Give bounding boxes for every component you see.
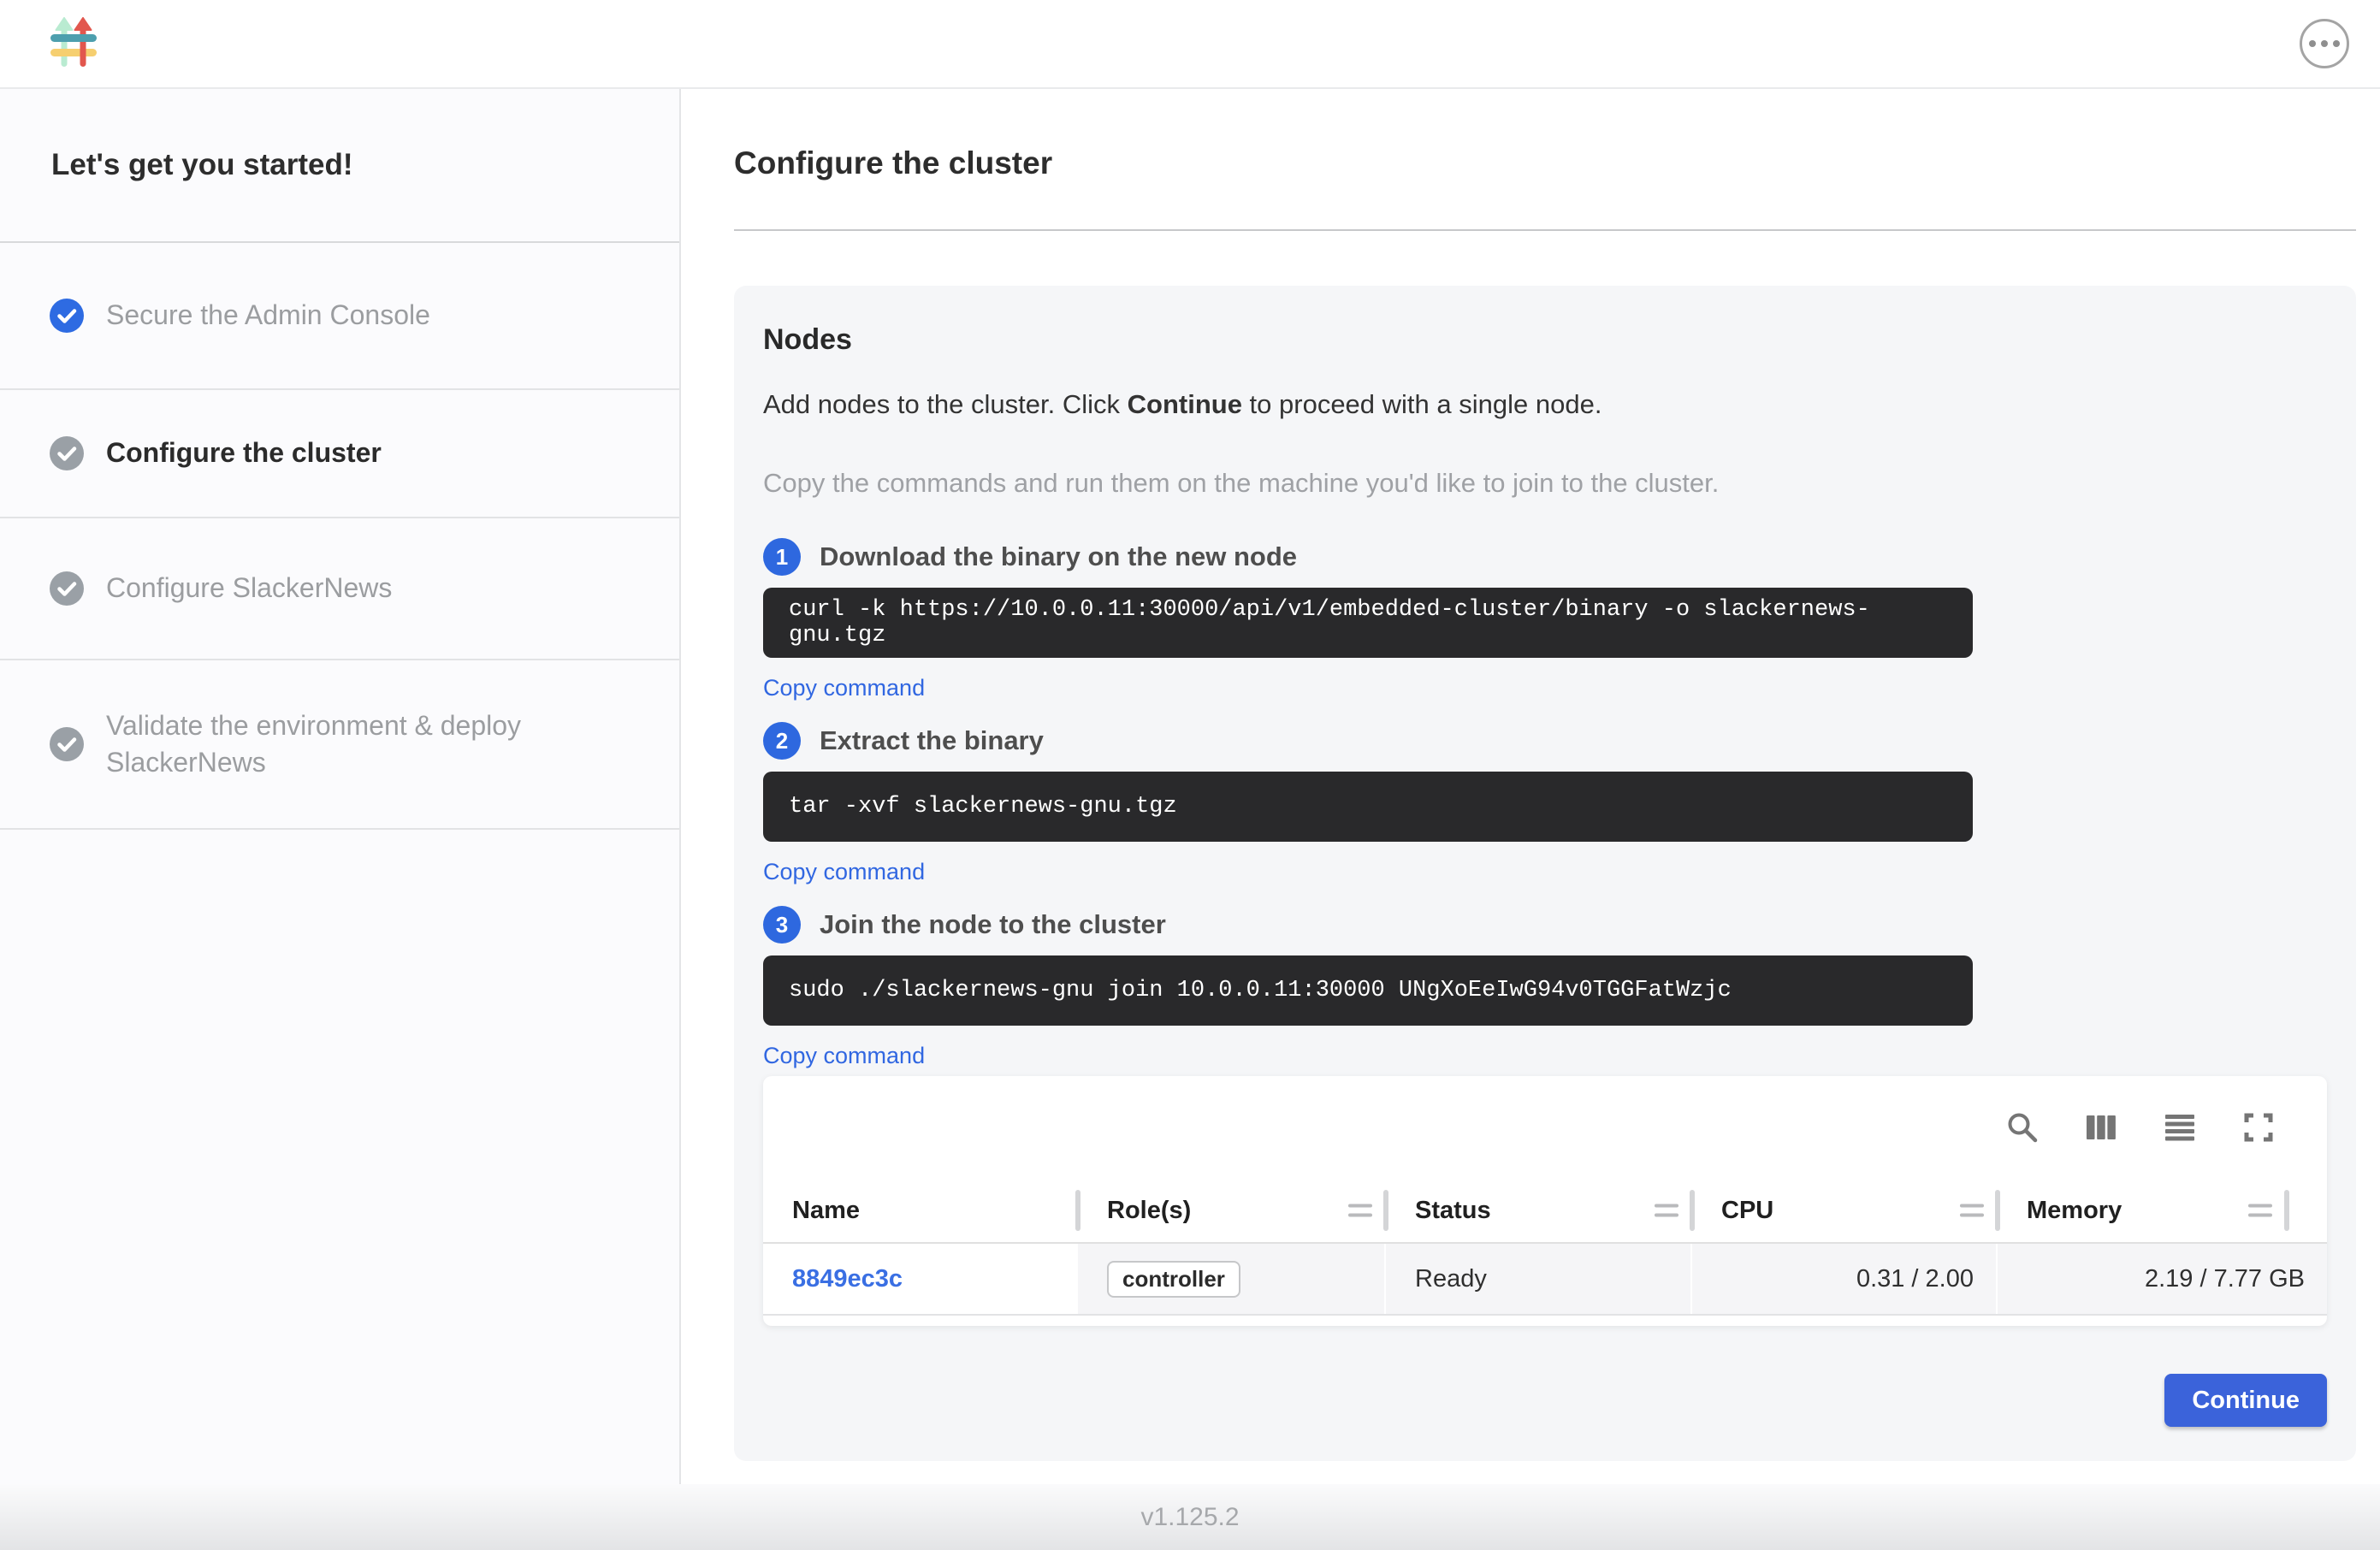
- step-3-header: 3 Join the node to the cluster: [763, 906, 2327, 944]
- check-circle-icon: [50, 727, 84, 761]
- sidebar-item-validate-deploy[interactable]: Validate the environment & deploy Slacke…: [0, 660, 679, 830]
- main-content: Configure the cluster Nodes Add nodes to…: [681, 89, 2380, 1484]
- cell-status: Ready: [1386, 1244, 1692, 1314]
- column-header-memory[interactable]: Memory: [1998, 1179, 2327, 1242]
- sidebar-item-label: Validate the environment & deploy Slacke…: [106, 707, 551, 781]
- table-row: 8849ec3c controller Ready 0.31 / 2.00 2.…: [763, 1244, 2327, 1316]
- role-chip: controller: [1107, 1261, 1240, 1298]
- table-toolbar: [763, 1076, 2327, 1179]
- sidebar-item-label: Configure the cluster: [106, 435, 382, 471]
- step-1-command-box: curl -k https://10.0.0.11:30000/api/v1/e…: [763, 588, 1973, 658]
- cell-node-name: 8849ec3c: [763, 1244, 1078, 1314]
- step-3-copy-command-link[interactable]: Copy command: [763, 1043, 925, 1069]
- density-icon[interactable]: [2161, 1109, 2199, 1146]
- step-1-header: 1 Download the binary on the new node: [763, 538, 2327, 576]
- column-menu-icon[interactable]: [2248, 1204, 2272, 1217]
- page-title: Configure the cluster: [734, 145, 2356, 181]
- step-3-title: Join the node to the cluster: [820, 909, 1166, 940]
- fullscreen-icon[interactable]: [2240, 1109, 2277, 1146]
- cell-memory: 2.19 / 7.77 GB: [1998, 1244, 2327, 1314]
- continue-button[interactable]: Continue: [2164, 1374, 2327, 1427]
- nodes-card: Nodes Add nodes to the cluster. Click Co…: [734, 286, 2356, 1461]
- column-header-name[interactable]: Name: [763, 1179, 1078, 1242]
- nodes-description: Add nodes to the cluster. Click Continue…: [763, 389, 2327, 420]
- sidebar-item-configure-cluster[interactable]: Configure the cluster: [0, 390, 679, 518]
- check-circle-icon: [50, 571, 84, 606]
- ellipsis-menu-button[interactable]: [2300, 19, 2349, 68]
- column-header-cpu[interactable]: CPU: [1692, 1179, 1998, 1242]
- step-1-title: Download the binary on the new node: [820, 541, 1297, 572]
- column-menu-icon[interactable]: [1655, 1204, 1678, 1217]
- columns-icon[interactable]: [2082, 1109, 2120, 1146]
- nodes-card-title: Nodes: [763, 323, 2327, 357]
- slackernews-logo-icon: [50, 17, 98, 70]
- column-header-status[interactable]: Status: [1386, 1179, 1692, 1242]
- cell-roles: controller: [1078, 1244, 1386, 1314]
- step-3-command-box: sudo ./slackernews-gnu join 10.0.0.11:30…: [763, 955, 1973, 1026]
- continue-row: Continue: [763, 1374, 2327, 1427]
- top-bar: [0, 0, 2380, 89]
- column-menu-icon[interactable]: [1960, 1204, 1984, 1217]
- sidebar-item-label: Configure SlackerNews: [106, 570, 392, 606]
- check-circle-icon: [50, 299, 84, 333]
- sidebar-item-configure-slackernews[interactable]: Configure SlackerNews: [0, 518, 679, 660]
- version-footer: v1.125.2: [0, 1484, 2380, 1550]
- sidebar-item-label: Secure the Admin Console: [106, 297, 430, 334]
- step-1-number-badge: 1: [763, 538, 801, 576]
- step-2-number-badge: 2: [763, 722, 801, 760]
- column-separator[interactable]: [2284, 1190, 2289, 1231]
- setup-steps-sidebar: Let's get you started! Secure the Admin …: [0, 89, 681, 1484]
- sidebar-heading: Let's get you started!: [0, 89, 679, 243]
- column-menu-icon[interactable]: [1348, 1204, 1372, 1217]
- cell-cpu: 0.31 / 2.00: [1692, 1244, 1998, 1314]
- search-icon[interactable]: [2004, 1109, 2041, 1146]
- step-1-copy-command-link[interactable]: Copy command: [763, 675, 925, 701]
- version-label: v1.125.2: [1140, 1503, 1239, 1532]
- step-2-header: 2 Extract the binary: [763, 722, 2327, 760]
- step-2-title: Extract the binary: [820, 725, 1044, 756]
- title-divider: [734, 229, 2356, 231]
- step-2-command-box: tar -xvf slackernews-gnu.tgz: [763, 772, 1973, 842]
- table-header-row: Name Role(s) Status CPU: [763, 1179, 2327, 1244]
- ellipsis-icon: [2309, 40, 2316, 47]
- step-2-copy-command-link[interactable]: Copy command: [763, 859, 925, 885]
- check-circle-icon: [50, 436, 84, 470]
- node-name-link[interactable]: 8849ec3c: [792, 1265, 903, 1293]
- step-3-number-badge: 3: [763, 906, 801, 944]
- column-header-roles[interactable]: Role(s): [1078, 1179, 1386, 1242]
- sidebar-item-secure-admin-console[interactable]: Secure the Admin Console: [0, 243, 679, 390]
- join-instructions: Copy the commands and run them on the ma…: [763, 468, 2327, 499]
- nodes-table: Name Role(s) Status CPU: [763, 1076, 2327, 1326]
